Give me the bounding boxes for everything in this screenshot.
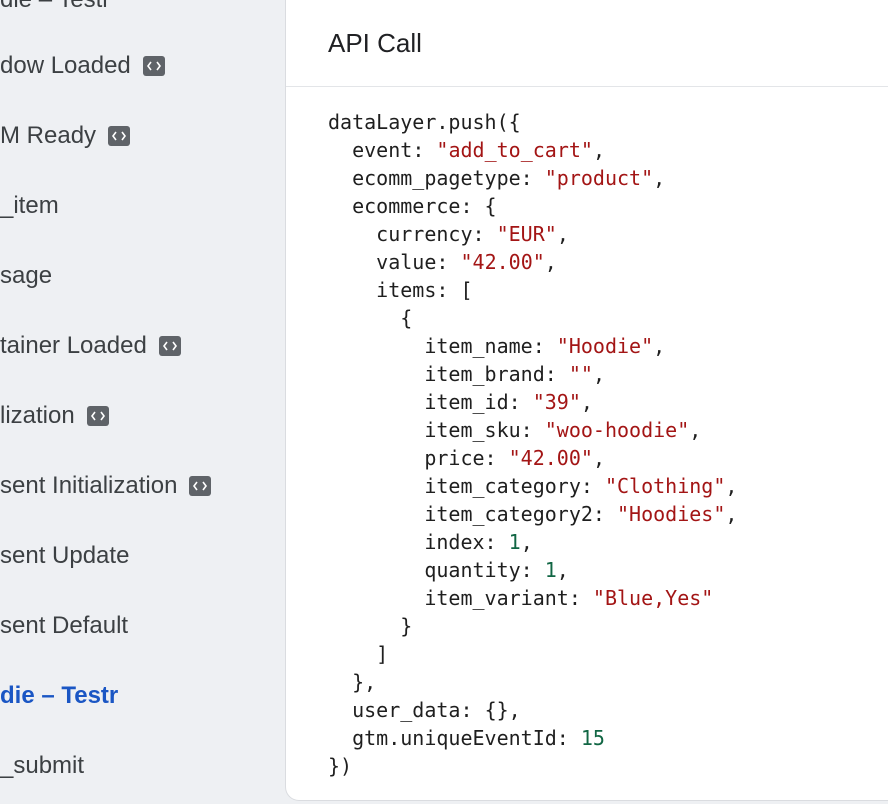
sidebar-item-label: dow Loaded bbox=[0, 52, 131, 79]
code-icon bbox=[86, 406, 109, 426]
code-icon bbox=[189, 476, 212, 496]
sidebar-item-label: tainer Loaded bbox=[0, 332, 147, 359]
sidebar-item[interactable]: tainer Loaded bbox=[0, 328, 181, 364]
sidebar-item-label: M Ready bbox=[0, 122, 97, 149]
sidebar-item-label: _item bbox=[0, 192, 59, 219]
sidebar-item-label: die – Testr bbox=[0, 682, 119, 709]
datalayer-code-block: dataLayer.push({ event: "add_to_cart", e… bbox=[328, 110, 738, 778]
api-call-panel: API Call dataLayer.push({ event: "add_to… bbox=[285, 0, 888, 801]
sidebar-item[interactable]: M Ready bbox=[0, 118, 131, 154]
sidebar-item[interactable]: _submit bbox=[0, 748, 84, 784]
sidebar-item[interactable]: die – Testr bbox=[0, 0, 110, 18]
panel-title: API Call bbox=[328, 27, 422, 58]
code-icon bbox=[142, 56, 165, 76]
sidebar-item-label: sent Update bbox=[0, 542, 130, 569]
code-icon bbox=[158, 336, 181, 356]
sidebar-item[interactable]: dow Loaded bbox=[0, 48, 165, 84]
code-icon bbox=[108, 126, 131, 146]
sidebar-item[interactable]: _item bbox=[0, 188, 59, 224]
sidebar-item-label: sage bbox=[0, 262, 53, 289]
sidebar-item-active[interactable]: die – Testr bbox=[0, 678, 118, 714]
sidebar-item[interactable]: lization bbox=[0, 398, 109, 434]
event-sidebar: die – Testr dow Loaded M Ready _item sag… bbox=[0, 0, 285, 804]
sidebar-item-label: sent Initialization bbox=[0, 472, 178, 499]
sidebar-item-label: lization bbox=[0, 402, 75, 429]
sidebar-item[interactable]: sage bbox=[0, 258, 52, 294]
sidebar-item[interactable]: sent Update bbox=[0, 538, 129, 574]
sidebar-item[interactable]: sent Initialization bbox=[0, 468, 212, 504]
sidebar-item-label: _submit bbox=[0, 752, 85, 779]
panel-header: API Call bbox=[286, 0, 888, 87]
sidebar-item[interactable]: sent Default bbox=[0, 608, 128, 644]
sidebar-item-label: sent Default bbox=[0, 612, 129, 639]
sidebar-item-label: die – Testr bbox=[0, 0, 110, 14]
